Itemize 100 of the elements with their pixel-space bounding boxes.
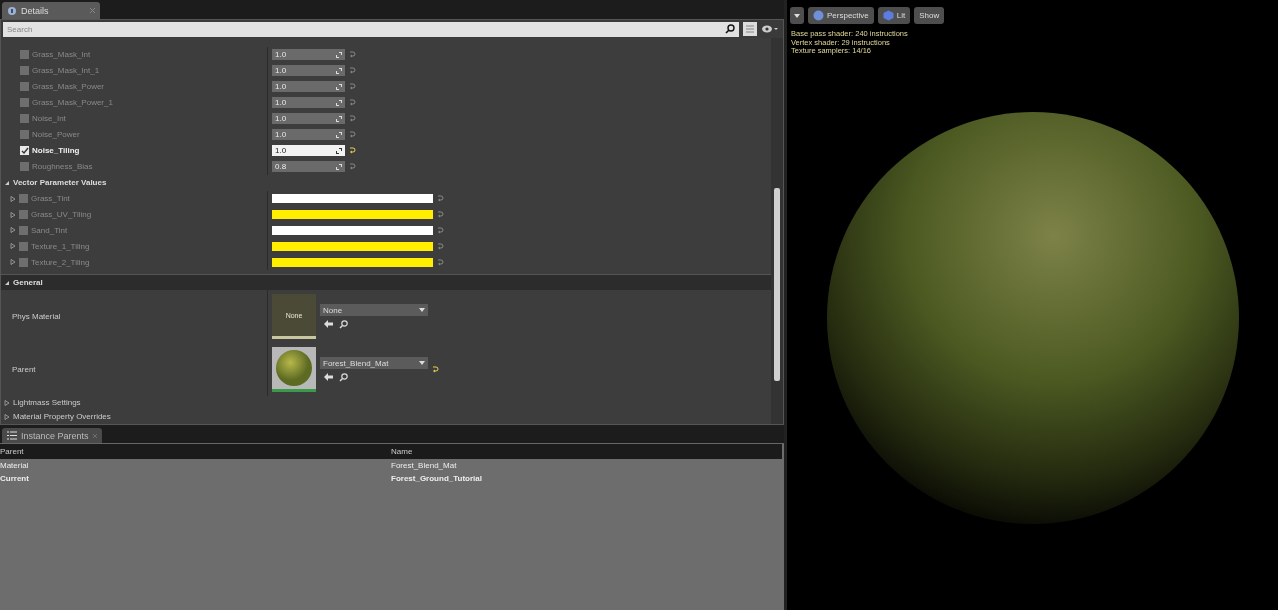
section-header[interactable]: General <box>1 274 771 291</box>
number-field[interactable]: 1.0 <box>272 81 345 93</box>
close-icon[interactable] <box>93 433 97 438</box>
column-header[interactable]: Name <box>391 444 782 459</box>
caret-icon <box>794 13 800 18</box>
asset-thumbnail[interactable] <box>272 347 316 393</box>
checkmark-icon <box>20 146 29 155</box>
checkbox[interactable] <box>20 114 29 124</box>
color-swatch[interactable] <box>272 241 433 251</box>
parameter-name: Noise_Power <box>32 130 80 140</box>
checkbox[interactable] <box>20 146 29 156</box>
checkbox[interactable] <box>20 50 29 60</box>
arrow-left-icon[interactable] <box>324 320 333 329</box>
viewport-button[interactable]: Show <box>914 7 945 24</box>
search-icon[interactable] <box>339 373 348 383</box>
reset-arrow-icon[interactable] <box>349 51 356 59</box>
table-cell-text: Forest_Blend_Mat <box>391 460 458 472</box>
parameter-name: Grass_Mask_Power <box>32 82 105 92</box>
number-field[interactable]: 1.0 <box>272 49 345 61</box>
drag-handle-icon <box>336 163 342 170</box>
color-swatch[interactable] <box>272 257 433 267</box>
reset-arrow-icon[interactable] <box>349 131 356 139</box>
expand-arrow-icon[interactable] <box>4 400 10 406</box>
reset-arrow-icon[interactable] <box>437 211 444 218</box>
color-swatch[interactable] <box>272 225 433 235</box>
expand-arrow-icon[interactable] <box>4 413 10 420</box>
checkbox[interactable] <box>19 194 28 204</box>
number-field[interactable]: 1.0 <box>272 97 345 109</box>
arrow-left-icon[interactable] <box>324 373 333 382</box>
list-icon <box>7 431 17 440</box>
drag-handle-icon <box>336 83 342 90</box>
checkbox[interactable] <box>19 225 28 235</box>
expand-arrow-icon[interactable] <box>10 243 16 250</box>
drag-handle-icon <box>336 147 342 154</box>
checkbox[interactable] <box>20 162 29 172</box>
reset-arrow-icon[interactable] <box>349 83 356 91</box>
asset-dropdown[interactable]: Forest_Blend_Mat <box>320 357 428 370</box>
table-cell-text: Material <box>0 460 30 472</box>
checkbox[interactable] <box>19 241 28 251</box>
column-header[interactable]: Parent <box>0 444 391 459</box>
details-tab[interactable]: Details <box>2 2 100 19</box>
viewport-button[interactable]: Lit <box>877 7 911 24</box>
expand-arrow-icon[interactable] <box>10 227 16 234</box>
drag-handle-icon <box>336 67 342 74</box>
reset-arrow-icon[interactable] <box>437 242 444 250</box>
color-swatch[interactable] <box>272 210 433 219</box>
viewport-button[interactable]: Perspective <box>808 7 874 24</box>
parameter-name: Grass_UV_Tiling <box>31 210 92 219</box>
caret-icon <box>419 308 425 313</box>
reset-arrow-icon[interactable] <box>437 258 444 266</box>
section-header[interactable]: Lightmass Settings <box>1 396 771 410</box>
viewport-menu-button[interactable] <box>790 7 804 24</box>
drag-handle-icon <box>336 99 342 106</box>
table-cell-text: Forest_Ground_Tutorial <box>391 473 483 485</box>
section-header[interactable]: Material Property Overrides <box>1 409 771 424</box>
reset-arrow-icon[interactable] <box>437 195 444 203</box>
number-field[interactable]: 1.0 <box>272 129 345 141</box>
checkbox[interactable] <box>19 210 28 219</box>
search-icon[interactable] <box>339 320 348 330</box>
reset-arrow-icon[interactable] <box>349 67 356 75</box>
cube-icon <box>882 10 894 21</box>
parameter-name: Texture_2_Tiling <box>31 257 90 267</box>
parameter-name: Grass_Mask_Power_1 <box>32 98 113 108</box>
checkbox[interactable] <box>20 82 29 92</box>
close-icon[interactable] <box>90 8 95 13</box>
number-field[interactable]: 0.8 <box>272 161 345 173</box>
search-icon[interactable] <box>725 23 735 34</box>
reset-arrow-icon[interactable] <box>349 163 356 171</box>
parameter-name: Noise_Int <box>32 114 66 124</box>
checkbox[interactable] <box>20 66 29 76</box>
expand-arrow-icon[interactable] <box>10 211 16 218</box>
reset-arrow-icon[interactable] <box>349 99 356 107</box>
number-field[interactable]: 1.0 <box>272 145 345 157</box>
parameter-name: Noise_Tiling <box>32 146 80 156</box>
reset-arrow-icon[interactable] <box>437 226 444 234</box>
caret-icon <box>419 361 425 366</box>
expand-arrow-icon[interactable] <box>10 259 16 266</box>
search-field[interactable]: Search <box>3 21 739 37</box>
parameter-name: Grass_Tint <box>31 194 70 204</box>
eye-icon[interactable] <box>761 24 779 34</box>
property-label: Parent <box>12 365 36 375</box>
parameter-name: Texture_1_Tiling <box>31 241 90 251</box>
section-header[interactable]: Vector Parameter Values <box>1 174 771 191</box>
checkbox[interactable] <box>19 257 28 267</box>
grid-view-icon[interactable] <box>743 22 757 36</box>
collapse-arrow-icon[interactable] <box>4 279 10 286</box>
expand-arrow-icon[interactable] <box>10 195 16 202</box>
number-field[interactable]: 1.0 <box>272 113 345 125</box>
drag-handle-icon <box>336 131 342 138</box>
details-icon <box>7 5 17 16</box>
reset-arrow-icon[interactable] <box>349 115 356 123</box>
collapse-arrow-icon[interactable] <box>4 179 10 186</box>
instance-parents-tab[interactable]: Instance Parents <box>2 428 102 443</box>
color-swatch[interactable] <box>272 194 433 204</box>
number-field[interactable]: 1.0 <box>272 65 345 77</box>
checkbox[interactable] <box>20 98 29 108</box>
asset-dropdown[interactable]: None <box>320 304 428 317</box>
scrollbar[interactable] <box>774 188 780 381</box>
parameter-name: Grass_Mask_Int <box>32 50 91 60</box>
checkbox[interactable] <box>20 130 29 140</box>
